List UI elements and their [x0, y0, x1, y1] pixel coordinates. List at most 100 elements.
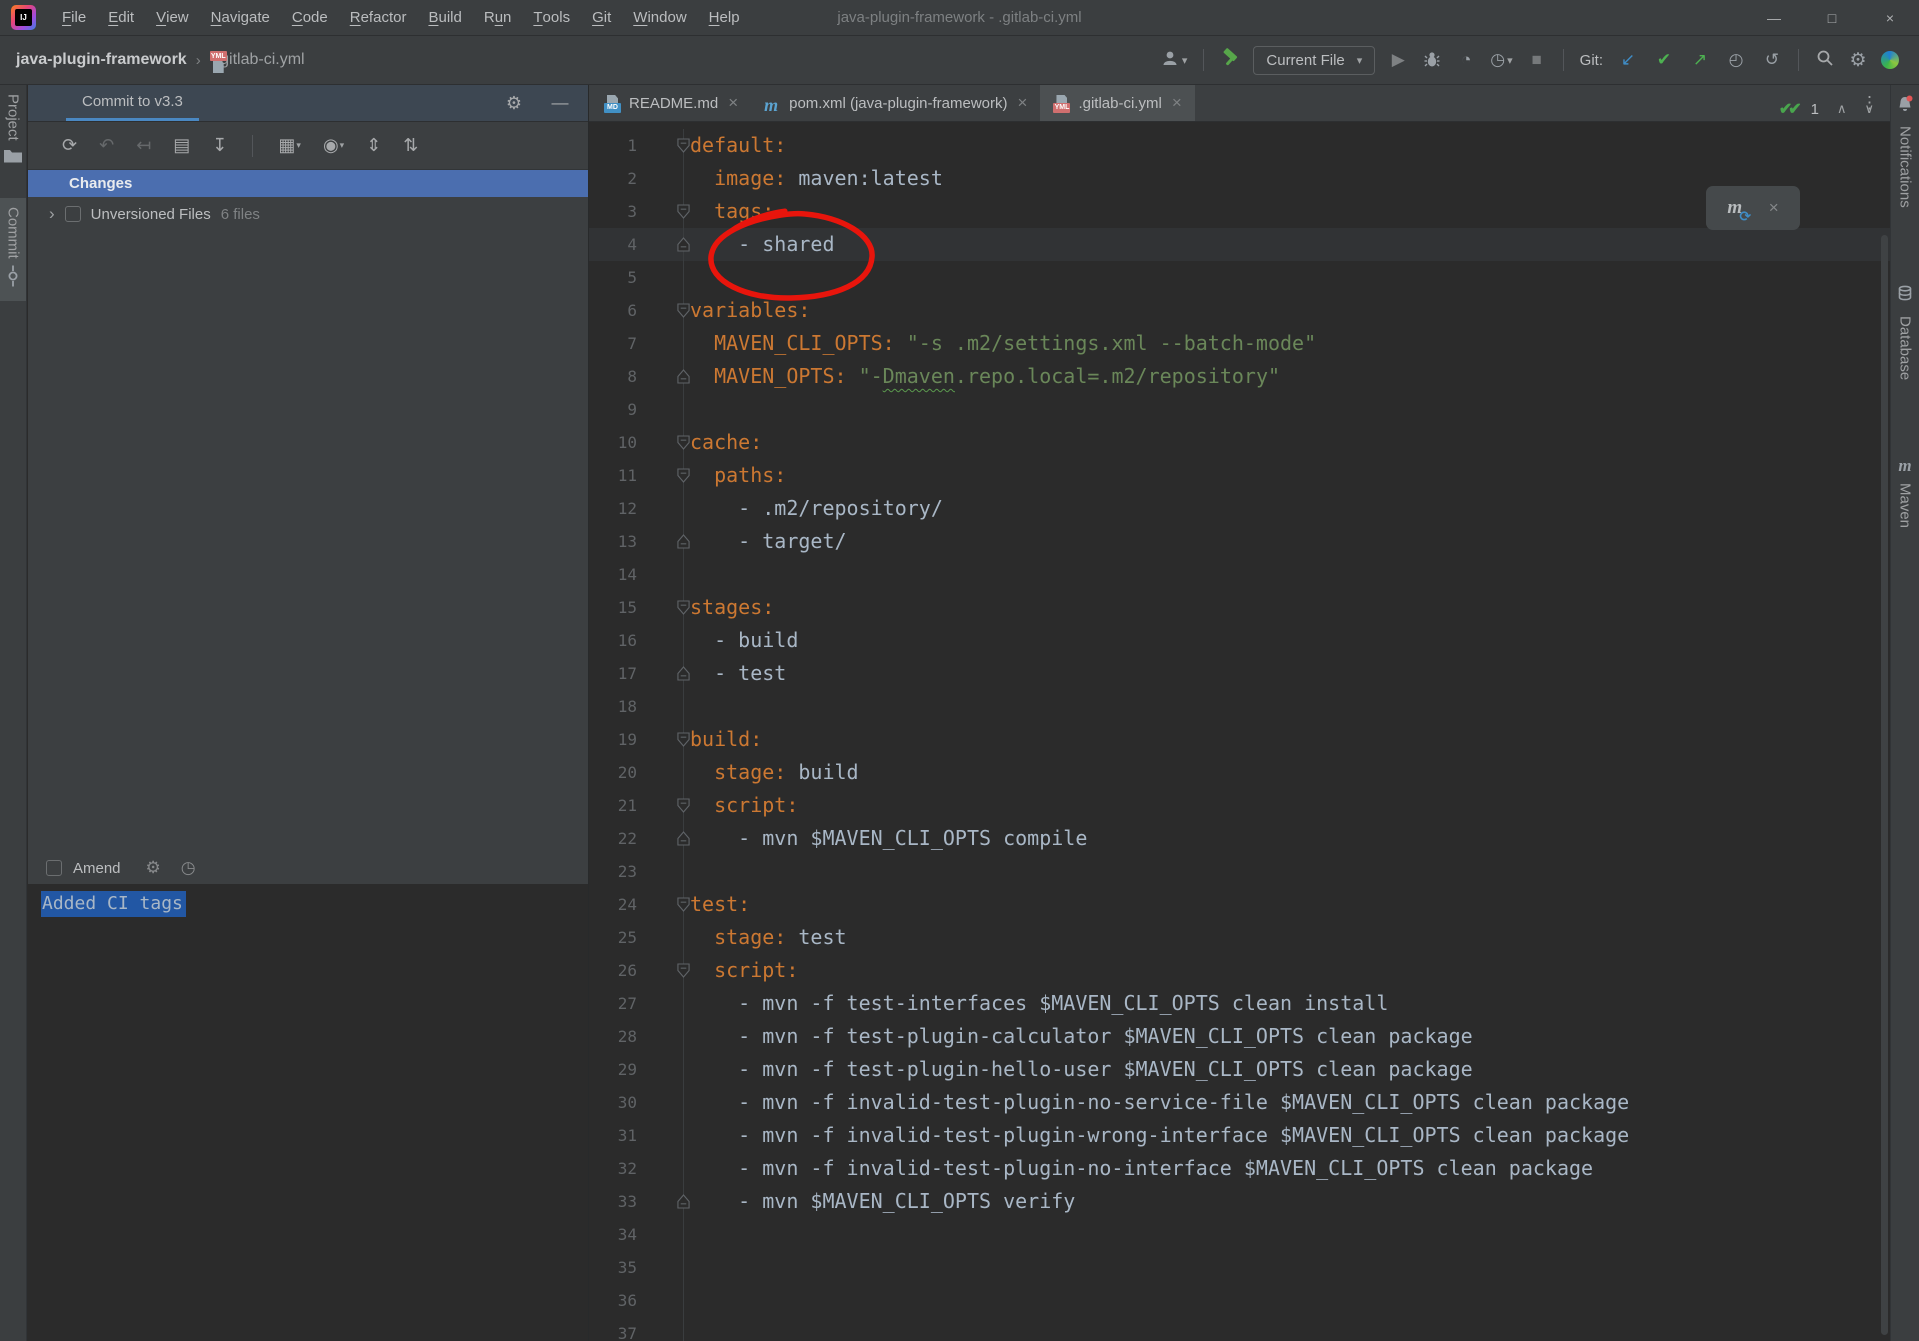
next-problem-icon[interactable]: ∨ [1864, 101, 1874, 117]
fold-collapse-icon[interactable] [677, 468, 690, 483]
panel-settings-gear-icon[interactable]: ⚙ [504, 90, 524, 116]
fold-end-icon[interactable] [677, 237, 690, 252]
line-number[interactable]: 10 [589, 426, 637, 459]
fold-end-icon[interactable] [677, 369, 690, 384]
tool-stripe-maven[interactable]: m Maven [1891, 447, 1919, 537]
fold-collapse-icon[interactable] [677, 798, 690, 813]
commit-message-input[interactable]: Added CI tags [28, 884, 588, 1341]
tool-stripe-notifications[interactable]: Notifications [1891, 85, 1919, 217]
line-number[interactable]: 12 [589, 492, 637, 525]
menu-edit[interactable]: Edit [97, 0, 145, 35]
line-number[interactable]: 31 [589, 1119, 637, 1152]
profiler-icon[interactable]: ◷ ▾ [1490, 47, 1512, 73]
fold-end-icon[interactable] [677, 1194, 690, 1209]
line-number[interactable]: 25 [589, 921, 637, 954]
git-rollback-icon[interactable]: ↺ [1762, 47, 1782, 73]
dismiss-icon[interactable]: × [1769, 198, 1779, 218]
debug-icon[interactable] [1422, 47, 1442, 73]
maven-reload-icon[interactable]: m ⟳ [1727, 197, 1751, 225]
chevron-right-icon[interactable]: › [49, 204, 55, 224]
run-with-coverage-icon[interactable]: ◔ [1456, 47, 1476, 73]
menu-git[interactable]: Git [581, 0, 622, 35]
view-options-icon[interactable]: ◉ ▾ [323, 135, 344, 156]
line-number[interactable]: 4 [589, 228, 637, 261]
prev-problem-icon[interactable]: ∧ [1837, 101, 1847, 117]
gutter[interactable] [637, 1053, 683, 1086]
fold-collapse-icon[interactable] [677, 204, 690, 219]
fold-end-icon[interactable] [677, 831, 690, 846]
gutter[interactable] [637, 822, 690, 855]
line-number[interactable]: 34 [589, 1218, 637, 1251]
gutter[interactable] [637, 492, 683, 525]
gutter[interactable] [637, 921, 683, 954]
line-number[interactable]: 35 [589, 1251, 637, 1284]
gutter[interactable] [637, 888, 690, 921]
line-number[interactable]: 33 [589, 1185, 637, 1218]
inspection-widget[interactable]: ✔ ✔ 1 ∧ ∨ [1779, 95, 1874, 123]
gutter[interactable] [637, 756, 683, 789]
gutter[interactable] [637, 1086, 683, 1119]
menu-help[interactable]: Help [698, 0, 751, 35]
editor-tab[interactable]: m pom.xml (java-plugin-framework) × [751, 85, 1040, 121]
gutter[interactable] [637, 1317, 683, 1341]
gutter[interactable] [637, 1251, 683, 1284]
editor-tab[interactable]: YML .gitlab-ci.yml × [1040, 85, 1195, 121]
run-configuration-select[interactable]: Current File ▾ [1253, 45, 1376, 75]
gutter[interactable] [637, 1185, 690, 1218]
menu-run[interactable]: Run [473, 0, 523, 35]
gutter[interactable] [637, 327, 683, 360]
fold-collapse-icon[interactable] [677, 303, 690, 318]
gutter[interactable] [637, 426, 690, 459]
line-number[interactable]: 18 [589, 690, 637, 723]
breadcrumb-file[interactable]: YML .gitlab-ci.yml [209, 51, 305, 73]
line-number[interactable]: 7 [589, 327, 637, 360]
gutter[interactable] [637, 624, 683, 657]
gutter[interactable] [637, 1020, 683, 1053]
line-number[interactable]: 11 [589, 459, 637, 492]
maximize-button[interactable]: □ [1803, 0, 1861, 36]
tool-stripe-project[interactable]: Project [0, 85, 26, 178]
gutter[interactable] [637, 261, 683, 294]
unversioned-checkbox[interactable] [64, 206, 81, 222]
line-number[interactable]: 29 [589, 1053, 637, 1086]
tool-stripe-commit[interactable]: Commit [0, 197, 26, 302]
git-update-icon[interactable]: ↙ [1618, 47, 1638, 73]
stop-icon[interactable]: ■ [1527, 47, 1547, 73]
gutter[interactable] [637, 129, 690, 162]
line-number[interactable]: 5 [589, 261, 637, 294]
line-number[interactable]: 8 [589, 360, 637, 393]
line-number[interactable]: 24 [589, 888, 637, 921]
collapse-all-icon[interactable]: ⇅ [403, 135, 418, 156]
amend-checkbox[interactable] [46, 860, 62, 876]
refresh-icon[interactable]: ⟳ [62, 135, 77, 156]
line-number[interactable]: 13 [589, 525, 637, 558]
plugin-sphere-icon[interactable] [1881, 51, 1899, 69]
gutter[interactable] [637, 228, 690, 261]
changes-node[interactable]: Changes [28, 170, 588, 197]
line-number[interactable]: 27 [589, 987, 637, 1020]
close-button[interactable]: × [1861, 0, 1919, 36]
line-number[interactable]: 2 [589, 162, 637, 195]
gutter[interactable] [637, 162, 683, 195]
close-tab-icon[interactable]: × [1172, 93, 1182, 113]
shelve-icon[interactable]: ↧ [212, 135, 227, 156]
editor-scrollbar[interactable] [1881, 235, 1888, 1335]
line-number[interactable]: 3 [589, 195, 637, 228]
run-icon[interactable]: ▶ [1388, 47, 1408, 73]
rollback-icon[interactable]: ↤ [136, 135, 151, 156]
undo-icon[interactable]: ↶ [99, 135, 114, 156]
unversioned-files-node[interactable]: › Unversioned Files 6 files [28, 197, 588, 231]
line-number[interactable]: 22 [589, 822, 637, 855]
tool-stripe-database[interactable]: Database [1891, 275, 1919, 389]
gutter[interactable] [637, 1284, 683, 1317]
gutter[interactable] [637, 855, 683, 888]
line-number[interactable]: 19 [589, 723, 637, 756]
line-number[interactable]: 9 [589, 393, 637, 426]
gutter[interactable] [637, 789, 690, 822]
search-icon[interactable] [1815, 47, 1835, 73]
gutter[interactable] [637, 690, 683, 723]
code-editor[interactable]: 1 default: 2 image: maven:latest 3 tags: 4 -… [589, 122, 1890, 1341]
line-number[interactable]: 20 [589, 756, 637, 789]
chevron-down-icon[interactable]: ▾ [1507, 54, 1513, 67]
gutter[interactable] [637, 591, 690, 624]
